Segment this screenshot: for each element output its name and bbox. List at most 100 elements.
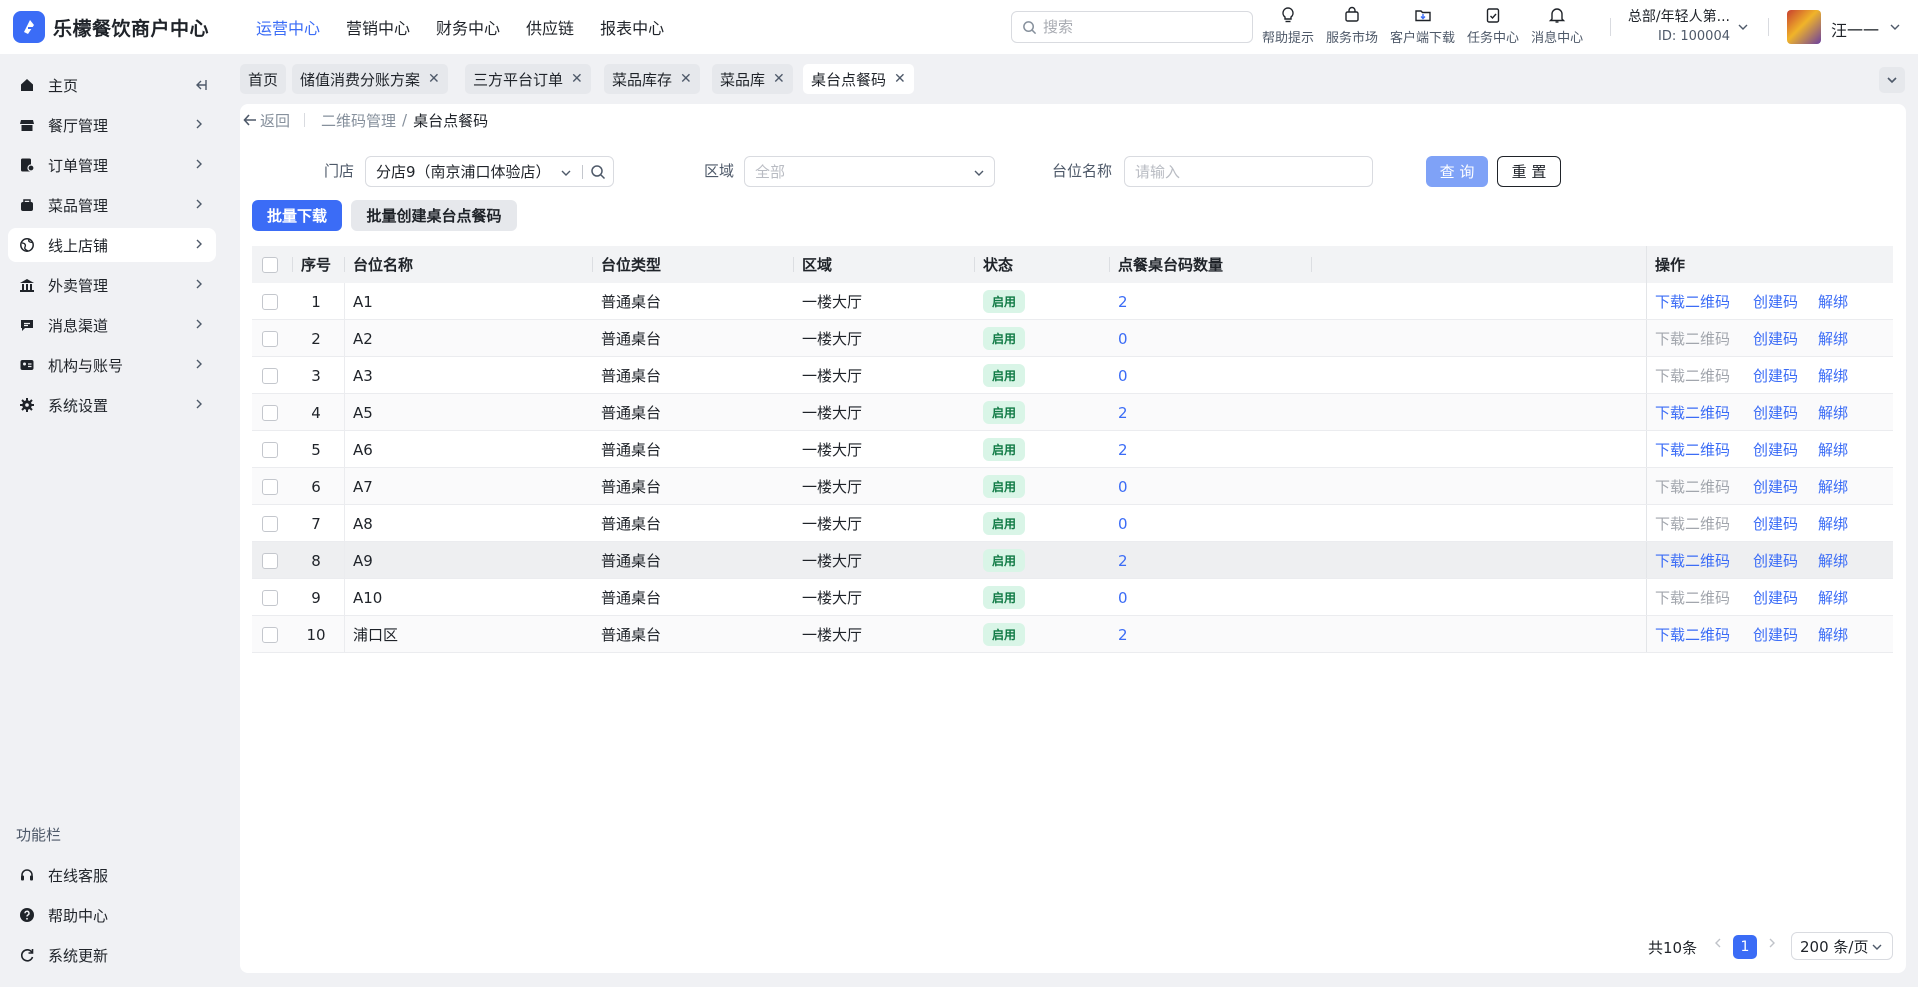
collapse-sidebar-icon[interactable] [192, 77, 208, 93]
download-qr-link[interactable]: 下载二维码 [1655, 357, 1730, 394]
tab-third-party-orders[interactable]: 三方平台订单 ✕ [465, 64, 591, 94]
cell-code-count[interactable]: 2 [1118, 283, 1128, 320]
sidebar-item-home[interactable]: 主页 [8, 68, 216, 102]
search-icon[interactable] [590, 164, 606, 180]
download-qr-link[interactable]: 下载二维码 [1655, 394, 1730, 431]
row-checkbox[interactable] [262, 357, 278, 394]
unbind-link[interactable]: 解绑 [1818, 579, 1848, 616]
username[interactable]: 汪一一 [1831, 17, 1879, 41]
sidebar-item-help-center[interactable]: 帮助中心 [8, 898, 216, 932]
cell-code-count[interactable]: 0 [1118, 505, 1128, 542]
create-code-link[interactable]: 创建码 [1753, 616, 1798, 653]
unbind-link[interactable]: 解绑 [1818, 468, 1848, 505]
download-qr-link[interactable]: 下载二维码 [1655, 579, 1730, 616]
close-icon[interactable]: ✕ [428, 71, 440, 87]
breadcrumb-parent[interactable]: 二维码管理 [321, 110, 396, 131]
chevron-down-icon[interactable] [1736, 20, 1750, 34]
unbind-link[interactable]: 解绑 [1818, 283, 1848, 320]
unbind-link[interactable]: 解绑 [1818, 320, 1848, 357]
row-checkbox[interactable] [262, 616, 278, 653]
table-row[interactable]: 1 A1 普通桌台 一楼大厅 启用 2 下载二维码 创建码 解绑 [252, 283, 1893, 320]
create-code-link[interactable]: 创建码 [1753, 283, 1798, 320]
table-row[interactable]: 10 浦口区 普通桌台 一楼大厅 启用 2 下载二维码 创建码 解绑 [252, 616, 1893, 653]
topnav-finance[interactable]: 财务中心 [423, 15, 513, 39]
batch-create-code-button[interactable]: 批量创建桌台点餐码 [351, 200, 517, 231]
tabs-more-button[interactable] [1879, 67, 1905, 93]
create-code-link[interactable]: 创建码 [1753, 431, 1798, 468]
cell-code-count[interactable]: 0 [1118, 579, 1128, 616]
create-code-link[interactable]: 创建码 [1753, 468, 1798, 505]
tab-stored-value-split[interactable]: 储值消费分账方案 ✕ [292, 64, 448, 94]
table-row[interactable]: 4 A5 普通桌台 一楼大厅 启用 2 下载二维码 创建码 解绑 [252, 394, 1893, 431]
sidebar-item-online-support[interactable]: 在线客服 [8, 858, 216, 892]
topnav-operations[interactable]: 运营中心 [243, 15, 333, 39]
table-row[interactable]: 8 A9 普通桌台 一楼大厅 启用 2 下载二维码 创建码 解绑 [252, 542, 1893, 579]
store-select[interactable]: 分店9（南京浦口体验店） [365, 156, 614, 187]
table-row[interactable]: 6 A7 普通桌台 一楼大厅 启用 0 下载二维码 创建码 解绑 [252, 468, 1893, 505]
table-row[interactable]: 2 A2 普通桌台 一楼大厅 启用 0 下载二维码 创建码 解绑 [252, 320, 1893, 357]
sidebar-item-restaurant[interactable]: 餐厅管理 [8, 108, 216, 142]
help-tips-button[interactable]: 帮助提示 [1256, 6, 1320, 46]
cell-code-count[interactable]: 0 [1118, 468, 1128, 505]
download-qr-link[interactable]: 下载二维码 [1655, 283, 1730, 320]
sidebar-item-org-accounts[interactable]: 机构与账号 [8, 348, 216, 382]
unbind-link[interactable]: 解绑 [1818, 357, 1848, 394]
cell-code-count[interactable]: 2 [1118, 431, 1128, 468]
tab-dish-inventory[interactable]: 菜品库存 ✕ [604, 64, 700, 94]
cell-code-count[interactable]: 0 [1118, 357, 1128, 394]
unbind-link[interactable]: 解绑 [1818, 542, 1848, 579]
page-1-button[interactable]: 1 [1733, 935, 1757, 959]
sidebar-item-online-store[interactable]: 线上店铺 [8, 228, 216, 262]
table-name-input[interactable]: 请输入 [1124, 156, 1373, 187]
row-checkbox[interactable] [262, 431, 278, 468]
tab-home[interactable]: 首页 [240, 64, 287, 94]
client-download-button[interactable]: 客户端下载 [1384, 6, 1461, 46]
create-code-link[interactable]: 创建码 [1753, 542, 1798, 579]
select-all-checkbox[interactable] [262, 246, 278, 283]
query-button[interactable]: 查 询 [1426, 156, 1488, 187]
unbind-link[interactable]: 解绑 [1818, 616, 1848, 653]
unbind-link[interactable]: 解绑 [1818, 431, 1848, 468]
avatar[interactable] [1787, 10, 1821, 44]
download-qr-link[interactable]: 下载二维码 [1655, 542, 1730, 579]
sidebar-item-message-channels[interactable]: 消息渠道 [8, 308, 216, 342]
cell-code-count[interactable]: 2 [1118, 542, 1128, 579]
download-qr-link[interactable]: 下载二维码 [1655, 431, 1730, 468]
download-qr-link[interactable]: 下载二维码 [1655, 320, 1730, 357]
area-select[interactable]: 全部 [744, 156, 995, 187]
message-center-button[interactable]: 消息中心 [1525, 6, 1589, 46]
tab-dish-library[interactable]: 菜品库 ✕ [712, 64, 793, 94]
page-size-select[interactable]: 200 条/页 [1791, 932, 1893, 960]
sidebar-item-delivery[interactable]: 外卖管理 [8, 268, 216, 302]
row-checkbox[interactable] [262, 283, 278, 320]
batch-download-button[interactable]: 批量下载 [252, 200, 342, 231]
row-checkbox[interactable] [262, 394, 278, 431]
row-checkbox[interactable] [262, 505, 278, 542]
cell-code-count[interactable]: 2 [1118, 394, 1128, 431]
unbind-link[interactable]: 解绑 [1818, 394, 1848, 431]
back-link[interactable]: 返回 [242, 110, 290, 131]
tab-table-order-code[interactable]: 桌台点餐码 ✕ [803, 64, 914, 94]
table-row[interactable]: 3 A3 普通桌台 一楼大厅 启用 0 下载二维码 创建码 解绑 [252, 357, 1893, 394]
sidebar-item-system-update[interactable]: 系统更新 [8, 938, 216, 972]
prev-page-button[interactable] [1712, 935, 1724, 953]
row-checkbox[interactable] [262, 320, 278, 357]
create-code-link[interactable]: 创建码 [1753, 505, 1798, 542]
download-qr-link[interactable]: 下载二维码 [1655, 468, 1730, 505]
close-icon[interactable]: ✕ [773, 71, 785, 87]
table-row[interactable]: 5 A6 普通桌台 一楼大厅 启用 2 下载二维码 创建码 解绑 [252, 431, 1893, 468]
chevron-down-icon[interactable] [1888, 20, 1902, 34]
app-logo[interactable]: 乐檬餐饮商户中心 [13, 11, 243, 43]
next-page-button[interactable] [1766, 935, 1778, 953]
create-code-link[interactable]: 创建码 [1753, 320, 1798, 357]
tenant-switcher[interactable]: 总部/年轻人第... ID: 100004 [1620, 8, 1730, 46]
create-code-link[interactable]: 创建码 [1753, 357, 1798, 394]
table-row[interactable]: 7 A8 普通桌台 一楼大厅 启用 0 下载二维码 创建码 解绑 [252, 505, 1893, 542]
row-checkbox[interactable] [262, 468, 278, 505]
close-icon[interactable]: ✕ [894, 71, 906, 87]
table-row[interactable]: 9 A10 普通桌台 一楼大厅 启用 0 下载二维码 创建码 解绑 [252, 579, 1893, 616]
row-checkbox[interactable] [262, 579, 278, 616]
create-code-link[interactable]: 创建码 [1753, 394, 1798, 431]
row-checkbox[interactable] [262, 542, 278, 579]
cell-code-count[interactable]: 2 [1118, 616, 1128, 653]
